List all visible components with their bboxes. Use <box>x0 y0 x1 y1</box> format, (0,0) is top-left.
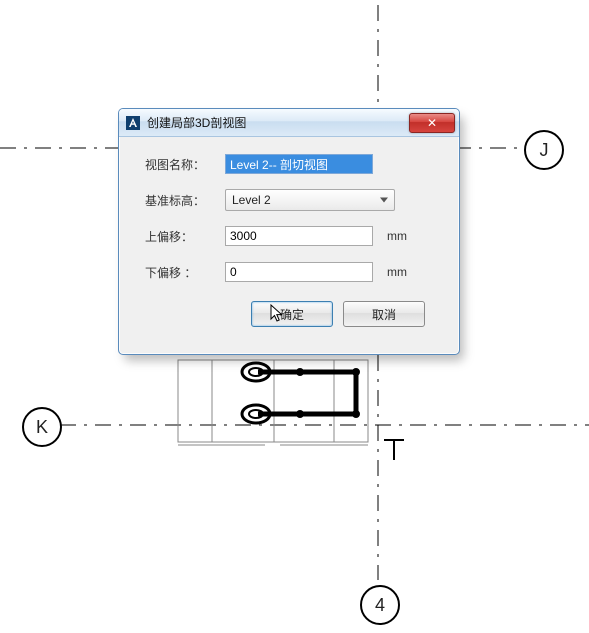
chevron-down-icon <box>380 198 388 203</box>
grid-bubble-j-label: J <box>540 140 549 161</box>
close-icon: ✕ <box>427 116 437 130</box>
dialog-body: 视图名称： 基准标高： Level 2 上偏移： mm 下偏移 ： <box>119 137 459 335</box>
close-button[interactable]: ✕ <box>409 113 455 133</box>
label-base-level: 基准标高： <box>145 192 225 209</box>
top-offset-input[interactable] <box>225 226 373 246</box>
dialog-button-row: 确定 取消 <box>145 295 439 327</box>
label-bottom-offset: 下偏移 ： <box>145 264 225 281</box>
create-3d-section-dialog: 创建局部3D剖视图 ✕ 视图名称： 基准标高： Level 2 上偏移： <box>118 108 460 355</box>
grid-bubble-4: 4 <box>360 585 400 625</box>
unit-top-offset: mm <box>387 229 417 243</box>
cancel-button[interactable]: 取消 <box>343 301 425 327</box>
base-level-dropdown[interactable]: Level 2 <box>225 189 395 211</box>
row-top-offset: 上偏移： mm <box>145 223 439 249</box>
label-top-offset: 上偏移： <box>145 228 225 245</box>
dialog-titlebar[interactable]: 创建局部3D剖视图 ✕ <box>119 109 459 137</box>
app-icon <box>125 115 141 131</box>
grid-bubble-k-label: K <box>36 417 48 438</box>
label-view-name: 视图名称： <box>145 156 225 173</box>
bottom-offset-input[interactable] <box>225 262 373 282</box>
row-bottom-offset: 下偏移 ： mm <box>145 259 439 285</box>
cancel-button-label: 取消 <box>372 306 396 323</box>
unit-bottom-offset: mm <box>387 265 417 279</box>
view-name-input[interactable] <box>225 154 373 174</box>
base-level-value: Level 2 <box>232 193 271 207</box>
grid-bubble-j: J <box>524 130 564 170</box>
row-base-level: 基准标高： Level 2 <box>145 187 439 213</box>
grid-bubble-k: K <box>22 407 62 447</box>
grid-bubble-4-label: 4 <box>375 595 385 616</box>
row-view-name: 视图名称： <box>145 151 439 177</box>
dialog-title: 创建局部3D剖视图 <box>147 114 409 131</box>
ok-button[interactable]: 确定 <box>251 301 333 327</box>
ok-button-label: 确定 <box>280 306 304 323</box>
